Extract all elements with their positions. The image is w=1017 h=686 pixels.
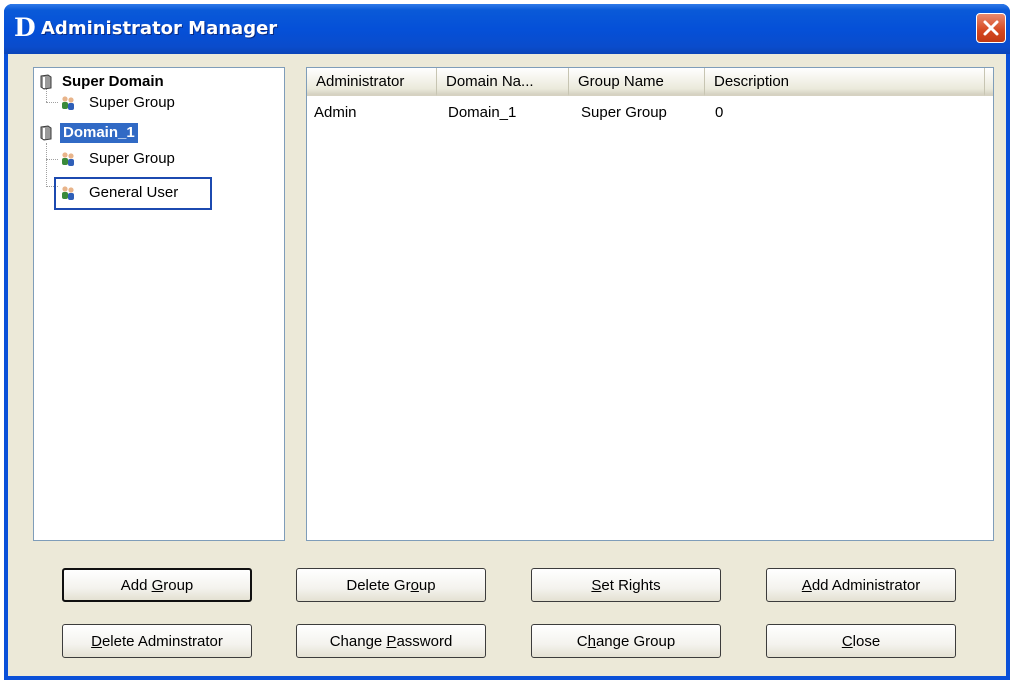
column-header-filler <box>985 68 993 96</box>
button-label: Set Rights <box>591 576 661 594</box>
delete-administrator-button[interactable]: Delete Adminstrator <box>62 624 252 658</box>
dialog-body: Super Domain Super Group Domain_1 Super … <box>8 54 1006 676</box>
app-logo-icon: D <box>14 13 36 42</box>
user-group-icon <box>62 152 74 166</box>
column-header-description[interactable]: Description <box>705 68 985 96</box>
domain-icon <box>40 74 52 90</box>
title-bar[interactable]: D Administrator Manager <box>4 4 1010 54</box>
user-group-icon <box>62 186 74 200</box>
close-button[interactable]: Close <box>766 624 956 658</box>
close-icon <box>983 20 999 36</box>
tree-node-super-domain[interactable]: Super Domain <box>34 71 274 93</box>
administrator-list[interactable]: Administrator Domain Na... Group Name De… <box>306 67 994 541</box>
administrator-manager-window: D Administrator Manager Super Domain Sup… <box>4 4 1010 680</box>
delete-group-button[interactable]: Delete Group <box>296 568 486 602</box>
close-window-button[interactable] <box>976 13 1006 43</box>
button-label: Delete Adminstrator <box>91 632 223 650</box>
domain-group-tree[interactable]: Super Domain Super Group Domain_1 Super … <box>33 67 285 541</box>
button-label: Change Group <box>576 632 676 650</box>
tree-node-super-group[interactable]: Super Group <box>34 92 274 114</box>
tree-label: General User <box>89 184 179 201</box>
column-header-group-name[interactable]: Group Name <box>569 68 705 96</box>
tree-node-domain-1[interactable]: Domain_1 <box>34 122 274 144</box>
tree-label: Domain_1 <box>60 123 138 143</box>
column-header-administrator[interactable]: Administrator <box>307 68 437 96</box>
set-rights-button[interactable]: Set Rights <box>531 568 721 602</box>
button-label: Add Administrator <box>801 576 921 594</box>
add-administrator-button[interactable]: Add Administrator <box>766 568 956 602</box>
button-label: Change Password <box>329 632 453 650</box>
user-group-icon <box>62 96 74 110</box>
tree-label: Super Domain <box>62 73 164 90</box>
tree-node-general-user[interactable]: General User <box>34 182 274 204</box>
button-label: Delete Group <box>346 576 436 594</box>
column-header-domain-name[interactable]: Domain Na... <box>437 68 569 96</box>
tree-label: Super Group <box>89 94 175 111</box>
change-group-button[interactable]: Change Group <box>531 624 721 658</box>
tree-node-super-group[interactable]: Super Group <box>34 148 274 170</box>
window-title: Administrator Manager <box>41 18 278 39</box>
cell-group-name: Super Group <box>581 104 667 121</box>
change-password-button[interactable]: Change Password <box>296 624 486 658</box>
add-group-button[interactable]: Add Group <box>62 568 252 602</box>
cell-description: 0 <box>715 104 724 121</box>
domain-icon <box>40 125 52 141</box>
cell-domain-name: Domain_1 <box>448 104 517 121</box>
cell-administrator: Admin <box>314 104 357 121</box>
button-label: Add Group <box>120 576 194 594</box>
tree-label: Super Group <box>89 150 175 167</box>
button-label: Close <box>841 632 881 650</box>
